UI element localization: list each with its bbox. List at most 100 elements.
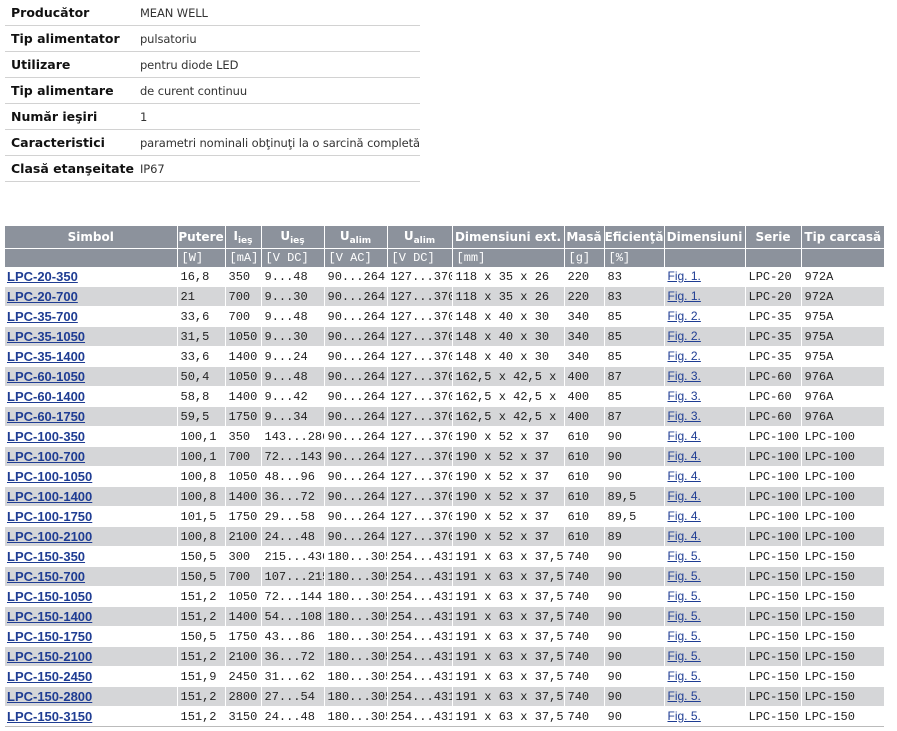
- col-header-serie[interactable]: Serie: [745, 226, 802, 249]
- unit-cell: [V DC]: [387, 248, 453, 267]
- cell-i-ies: 2800: [225, 686, 262, 707]
- cell-eficienta: 90: [604, 706, 665, 727]
- product-link[interactable]: LPC-150-2450: [7, 669, 92, 684]
- figure-link[interactable]: Fig. 5.: [668, 549, 701, 563]
- figure-link[interactable]: Fig. 4.: [668, 449, 701, 463]
- cell-dimensiuni-ext: 118 x 35 x 26: [452, 286, 565, 307]
- col-header-putere[interactable]: Putere: [177, 226, 226, 249]
- col-header-u-alim-dc[interactable]: Ualim: [387, 226, 453, 249]
- figure-link[interactable]: Fig. 4.: [668, 529, 701, 543]
- col-header-dimensiuni-ext[interactable]: Dimensiuni ext.: [452, 226, 565, 249]
- cell-dimensiuni: Fig. 2.: [664, 346, 746, 367]
- figure-link[interactable]: Fig. 4.: [668, 469, 701, 483]
- cell-eficienta: 90: [604, 606, 665, 627]
- figure-link[interactable]: Fig. 5.: [668, 649, 701, 663]
- cell-dimensiuni-ext: 191 x 63 x 37,5: [452, 686, 565, 707]
- col-header-u-ies-main: U: [280, 228, 291, 243]
- figure-link[interactable]: Fig. 4.: [668, 489, 701, 503]
- figure-link[interactable]: Fig. 5.: [668, 689, 701, 703]
- table-row: LPC-100-2100 100,8 2100 24...48 90...264 127.…: [5, 526, 884, 547]
- unit-cell: [664, 248, 746, 267]
- cell-dimensiuni-ext: 190 x 52 x 37: [452, 506, 565, 527]
- cell-tip-carcasa: LPC-100: [801, 426, 884, 447]
- unit-cell: [745, 248, 802, 267]
- figure-link[interactable]: Fig. 5.: [668, 609, 701, 623]
- cell-serie: LPC-20: [745, 267, 802, 287]
- product-link[interactable]: LPC-150-700: [7, 569, 85, 584]
- col-header-u-ies[interactable]: Uieş: [261, 226, 325, 249]
- cell-simbol: LPC-60-1050: [5, 366, 178, 387]
- cell-masa: 220: [564, 267, 605, 287]
- figure-link[interactable]: Fig. 2.: [668, 329, 701, 343]
- cell-simbol: LPC-60-1750: [5, 406, 178, 427]
- cell-tip-carcasa: LPC-150: [801, 706, 884, 727]
- cell-simbol: LPC-150-2800: [5, 686, 178, 707]
- cell-i-ies: 300: [225, 546, 262, 567]
- figure-link[interactable]: Fig. 4.: [668, 429, 701, 443]
- cell-simbol: LPC-20-350: [5, 267, 178, 287]
- product-link[interactable]: LPC-150-1050: [7, 589, 92, 604]
- cell-dimensiuni-ext: 191 x 63 x 37,5: [452, 586, 565, 607]
- product-link[interactable]: LPC-20-700: [7, 289, 78, 304]
- cell-simbol: LPC-150-3150: [5, 706, 178, 727]
- product-link[interactable]: LPC-150-350: [7, 549, 85, 564]
- product-link[interactable]: LPC-60-1400: [7, 389, 85, 404]
- product-link[interactable]: LPC-35-1400: [7, 349, 85, 364]
- figure-link[interactable]: Fig. 3.: [668, 369, 701, 383]
- product-link[interactable]: LPC-100-700: [7, 449, 85, 464]
- product-link[interactable]: LPC-150-1400: [7, 609, 92, 624]
- product-link[interactable]: LPC-100-350: [7, 429, 85, 444]
- cell-dimensiuni: Fig. 4.: [664, 426, 746, 447]
- spec-label: Tip alimentator: [5, 25, 134, 52]
- product-link[interactable]: LPC-150-2800: [7, 689, 92, 704]
- cell-u-alim-ac: 90...264: [324, 446, 388, 467]
- cell-putere: 151,2: [177, 646, 226, 667]
- figure-link[interactable]: Fig. 4.: [668, 509, 701, 523]
- cell-tip-carcasa: LPC-150: [801, 646, 884, 667]
- col-header-dimensiuni[interactable]: Dimensiuni: [664, 226, 746, 249]
- product-link[interactable]: LPC-150-1750: [7, 629, 92, 644]
- col-header-tip-carcasa[interactable]: Tip carcasă: [801, 226, 884, 249]
- product-link[interactable]: LPC-60-1750: [7, 409, 85, 424]
- figure-link[interactable]: Fig. 5.: [668, 709, 701, 723]
- product-link[interactable]: LPC-100-1750: [7, 509, 92, 524]
- figure-link[interactable]: Fig. 5.: [668, 569, 701, 583]
- cell-i-ies: 2450: [225, 666, 262, 687]
- figure-link[interactable]: Fig. 1.: [668, 269, 701, 283]
- figure-link[interactable]: Fig. 5.: [668, 669, 701, 683]
- cell-dimensiuni-ext: 191 x 63 x 37,5: [452, 546, 565, 567]
- product-link[interactable]: LPC-100-1400: [7, 489, 92, 504]
- product-link[interactable]: LPC-100-2100: [7, 529, 92, 544]
- col-header-u-alim-dc-main: U: [403, 228, 414, 243]
- table-row: LPC-100-1750 101,5 1750 29...58 90...264 127.…: [5, 506, 884, 527]
- col-header-eficienta[interactable]: Eficienţă: [604, 226, 665, 249]
- cell-dimensiuni: Fig. 1.: [664, 267, 746, 287]
- figure-link[interactable]: Fig. 2.: [668, 309, 701, 323]
- cell-i-ies: 2100: [225, 646, 262, 667]
- col-header-i-ies[interactable]: Iieş: [225, 226, 262, 249]
- col-header-simbol[interactable]: Simbol: [5, 226, 178, 249]
- col-header-u-alim-ac[interactable]: Ualim: [324, 226, 388, 249]
- figure-link[interactable]: Fig. 5.: [668, 589, 701, 603]
- product-link[interactable]: LPC-60-1050: [7, 369, 85, 384]
- figure-link[interactable]: Fig. 5.: [668, 629, 701, 643]
- product-link[interactable]: LPC-20-350: [7, 269, 78, 284]
- cell-u-alim-ac: 180...305: [324, 646, 388, 667]
- unit-cell: [5, 248, 178, 267]
- figure-link[interactable]: Fig. 2.: [668, 349, 701, 363]
- cell-u-ies: 36...72: [261, 486, 325, 507]
- product-link[interactable]: LPC-150-2100: [7, 649, 92, 664]
- col-header-masa[interactable]: Masă: [564, 226, 605, 249]
- figure-link[interactable]: Fig. 3.: [668, 409, 701, 423]
- figure-link[interactable]: Fig. 1.: [668, 289, 701, 303]
- figure-link[interactable]: Fig. 3.: [668, 389, 701, 403]
- product-link[interactable]: LPC-100-1050: [7, 469, 92, 484]
- cell-tip-carcasa: LPC-150: [801, 606, 884, 627]
- cell-eficienta: 90: [604, 626, 665, 647]
- product-link[interactable]: LPC-150-3150: [7, 709, 92, 724]
- table-row: LPC-35-1400 33,6 1400 9...24 90...264 127...3…: [5, 346, 884, 367]
- product-link[interactable]: LPC-35-1050: [7, 329, 85, 344]
- table-body: LPC-20-350 16,8 350 9...48 90...264 127...370…: [5, 267, 884, 727]
- product-link[interactable]: LPC-35-700: [7, 309, 78, 324]
- cell-serie: LPC-100: [745, 466, 802, 487]
